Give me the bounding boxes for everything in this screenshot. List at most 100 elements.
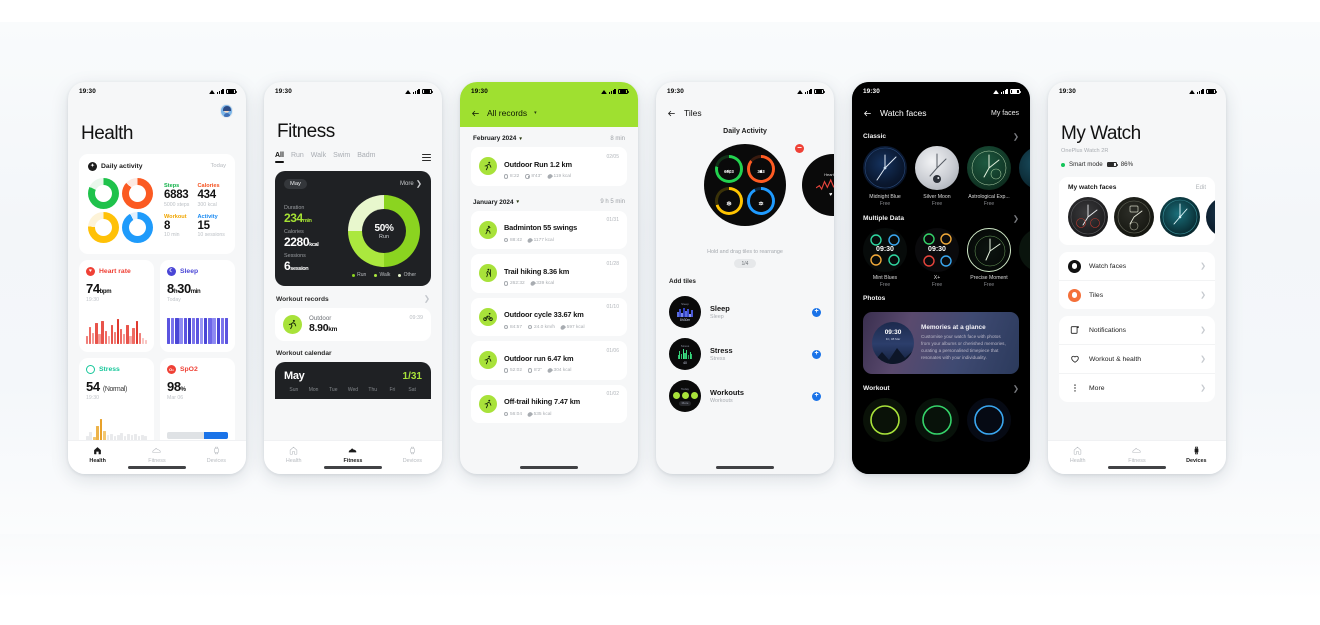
watch-face-item[interactable]: 09:30 X+ Free	[915, 227, 959, 288]
filter-tab-all[interactable]: All	[275, 152, 291, 163]
metric-card-sleep[interactable]: ☾ Sleep 8h30min Today	[160, 259, 235, 352]
record-row[interactable]: Off-trail hiking 7.47 km 56:04 535 kcal …	[471, 384, 627, 423]
metric-card-stress[interactable]: Stress 54 (Normal) 19:30	[79, 357, 154, 450]
tab-fitness[interactable]: Fitness	[323, 446, 382, 464]
phone-my-watch: 19:30 My Watch OnePlus Watch 2R Smart mo…	[1048, 82, 1226, 474]
workout-calendar-card[interactable]: May 1/31 Sun Mon Tue Wed Thu Fri Sat	[275, 361, 431, 399]
watch-face-item[interactable]	[967, 398, 1011, 442]
watch-face-item[interactable]	[915, 398, 959, 442]
list-view-icon[interactable]	[422, 153, 431, 162]
watch-face-preview	[967, 146, 1011, 190]
more-link[interactable]: More ❯	[400, 180, 422, 188]
edit-button[interactable]: Edit	[1196, 185, 1206, 191]
menu-label: Tiles	[1089, 291, 1104, 299]
weekday: Sat	[408, 386, 416, 393]
my-watch-face-partial[interactable]	[1206, 197, 1215, 237]
tile-carousel[interactable]: Heart rate ♥ 6 − 6003 303	[656, 141, 834, 245]
section-header-multiple-data[interactable]: Multiple Data ❯	[852, 207, 1030, 228]
watch-face-price: Free	[879, 200, 891, 207]
home-indicator[interactable]	[520, 466, 578, 469]
battery-icon	[422, 88, 433, 95]
filter-tab-swim[interactable]: Swim	[333, 152, 357, 163]
section-header-classic[interactable]: Classic ❯	[852, 125, 1030, 146]
metric-time: Mar 06	[167, 394, 184, 401]
photos-promo-card[interactable]: 09:30 Fri, 08 Mar Memories at a glance C…	[863, 312, 1019, 374]
month-chip[interactable]: May	[284, 179, 307, 190]
calendar-weekdays: Sun Mon Tue Wed Thu Fri Sat	[284, 387, 422, 393]
section-header-workout[interactable]: Workout ❯	[852, 374, 1030, 398]
watch-face-item-partial[interactable]	[1019, 146, 1030, 207]
shoe-icon	[1132, 447, 1142, 453]
menu-item-notifications[interactable]: Notifications ❯	[1059, 316, 1215, 344]
record-date: 01/10	[606, 304, 619, 310]
record-name: Off-trail hiking 7.47 km	[504, 397, 581, 406]
records-section-header[interactable]: January 2024 ▾ 9 h 5 min	[460, 191, 638, 211]
my-faces-link[interactable]: My faces	[991, 110, 1019, 117]
watch-face-item[interactable]: Precise Moment Free	[967, 227, 1011, 288]
avatar[interactable]	[219, 104, 233, 118]
filter-tab-run[interactable]: Run	[291, 152, 311, 163]
menu-item-more[interactable]: More ❯	[1059, 373, 1215, 402]
record-row[interactable]: Outdoor run 6.47 km 52:02 8'2" 304 kcal …	[471, 341, 627, 380]
record-row[interactable]: Outdoor cycle 33.67 km 84:57 24.0 km/h 5…	[471, 297, 627, 336]
menu-item-watch-faces[interactable]: Watch faces ❯	[1059, 252, 1215, 280]
home-indicator[interactable]	[128, 466, 186, 469]
metric-card-spo2[interactable]: O₂ SpO2 98% Mar 06	[160, 357, 235, 450]
tab-fitness[interactable]: Fitness	[1107, 446, 1166, 464]
back-arrow-icon[interactable]	[471, 109, 480, 118]
filter-tab-badminton[interactable]: Badm	[357, 152, 382, 163]
my-watch-face[interactable]	[1114, 197, 1154, 237]
tab-fitness[interactable]: Fitness	[127, 446, 186, 464]
daily-activity-rings: 6003 303 36 12	[715, 155, 775, 215]
menu-item-workout-health[interactable]: Workout & health ❯	[1059, 344, 1215, 373]
home-indicator[interactable]	[716, 466, 774, 469]
add-tile-button[interactable]: +	[812, 391, 821, 401]
add-tile-button[interactable]: +	[812, 349, 821, 359]
back-arrow-icon[interactable]	[667, 109, 676, 118]
my-watch-face[interactable]	[1068, 197, 1108, 237]
heart-icon: ♥	[86, 266, 95, 276]
back-arrow-icon[interactable]	[863, 109, 872, 118]
filter-tab-walk[interactable]: Walk	[311, 152, 333, 163]
tab-health[interactable]: Health	[264, 446, 323, 464]
daily-activity-card[interactable]: ✦ Daily activity Today Steps 6883 5000 s…	[79, 153, 235, 254]
available-tile-row[interactable]: Today More Workouts Workouts +	[656, 375, 834, 417]
tab-health[interactable]: Health	[68, 446, 127, 464]
ring-value: 6003	[724, 169, 734, 174]
add-tile-button[interactable]: +	[812, 307, 821, 317]
available-tile-row[interactable]: Stress 40 Stress Stress +	[656, 333, 834, 375]
hike-icon	[479, 264, 497, 283]
watch-face-item[interactable]	[863, 398, 907, 442]
daily-activity-body: Steps 6883 5000 steps Calories 434 300 k…	[88, 177, 226, 244]
fitness-summary-card[interactable]: May More ❯ Duration 234min Calories 2280k…	[275, 171, 431, 287]
workout-records-header[interactable]: Workout records ❯	[264, 286, 442, 308]
watch-face-item[interactable]: 09:30 Mint Blues Free	[863, 227, 907, 288]
my-watch-menu-primary: Watch faces ❯ Tiles ❯	[1059, 252, 1215, 309]
home-indicator[interactable]	[324, 466, 382, 469]
tab-devices[interactable]: Devices	[187, 446, 246, 464]
my-watch-face[interactable]	[1160, 197, 1200, 237]
phone-health: 19:30 Health ✦ Daily activity Today Step…	[68, 82, 246, 474]
workout-record-row[interactable]: Outdoor 8.90km 09:39	[275, 307, 431, 341]
record-row[interactable]: Badminton 55 swings 88:42 1177 kcal 01/3…	[471, 210, 627, 249]
watch-face-item[interactable]: Silver Moon Free	[915, 146, 959, 207]
my-faces-carousel[interactable]	[1059, 197, 1215, 245]
metric-card-heart-rate[interactable]: ♥ Heart rate 74bpm 19:30	[79, 259, 154, 352]
menu-item-tiles[interactable]: Tiles ❯	[1059, 280, 1215, 309]
tab-devices[interactable]: Devices	[1167, 446, 1226, 464]
home-indicator[interactable]	[1108, 466, 1166, 469]
watch-face-name: X+	[933, 275, 941, 281]
watch-face-item[interactable]: Midnight Blue Free	[863, 146, 907, 207]
record-row[interactable]: Trail hiking 8.36 km 262:32 339 kcal 01/…	[471, 254, 627, 293]
tile-preview-current[interactable]: 6003 303 36 12	[704, 144, 786, 226]
record-row[interactable]: Outdoor Run 1.2 km 8:22 8'43" 119 kcal 0…	[471, 147, 627, 186]
remove-tile-button[interactable]: −	[795, 144, 804, 153]
watch-face-item[interactable]: Astrological Exp... Free	[967, 146, 1011, 207]
available-tile-row[interactable]: Sleep 8h30m Sleep Sleep +	[656, 291, 834, 333]
chevron-down-icon[interactable]: ▾	[534, 110, 537, 116]
tile-preview-next[interactable]: Heart rate ♥ 6	[802, 154, 834, 216]
watch-face-item-partial[interactable]	[1019, 227, 1030, 289]
tab-devices[interactable]: Devices	[383, 446, 442, 464]
tab-health[interactable]: Health	[1048, 446, 1107, 464]
records-section-header[interactable]: February 2024 ▾ 8 min	[460, 127, 638, 147]
